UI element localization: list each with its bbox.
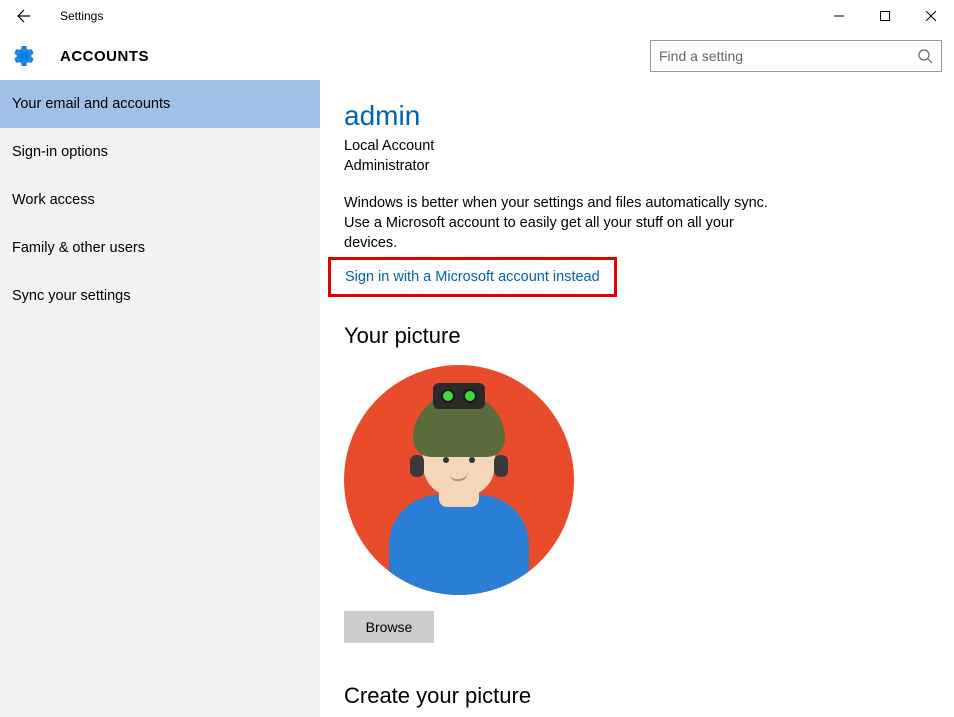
close-button[interactable]	[908, 0, 954, 32]
window-controls	[816, 0, 954, 32]
goggle-lens	[441, 389, 455, 403]
sidebar-item-signin-options[interactable]: Sign-in options	[0, 128, 320, 176]
avatar-eye	[443, 457, 449, 463]
minimize-button[interactable]	[816, 0, 862, 32]
window-title: Settings	[60, 9, 103, 23]
page-title: ACCOUNTS	[60, 48, 149, 65]
back-arrow-icon	[16, 8, 32, 24]
sidebar-item-email-accounts[interactable]: Your email and accounts	[0, 80, 320, 128]
avatar-goggles	[433, 383, 485, 409]
minimize-icon	[834, 11, 844, 21]
account-description: Windows is better when your settings and…	[344, 193, 784, 254]
your-picture-title: Your picture	[344, 323, 954, 349]
sidebar-item-label: Family & other users	[12, 240, 145, 256]
content-area: admin Local Account Administrator Window…	[320, 80, 954, 717]
header: ACCOUNTS	[0, 32, 954, 80]
sidebar-item-label: Work access	[12, 192, 95, 208]
sidebar-item-label: Your email and accounts	[12, 96, 170, 112]
maximize-icon	[880, 11, 890, 21]
account-type: Local Account	[344, 136, 954, 156]
titlebar: Settings	[0, 0, 954, 32]
account-username: admin	[344, 100, 954, 132]
maximize-button[interactable]	[862, 0, 908, 32]
sidebar-item-work-access[interactable]: Work access	[0, 176, 320, 224]
avatar-mouth	[450, 472, 469, 482]
settings-gear-icon	[12, 44, 36, 68]
avatar-headset-left	[410, 455, 424, 477]
back-button[interactable]	[0, 0, 48, 32]
search-box[interactable]	[650, 40, 942, 72]
avatar-picture	[344, 365, 574, 595]
goggle-lens	[463, 389, 477, 403]
browse-button[interactable]: Browse	[344, 611, 434, 643]
search-icon	[917, 48, 933, 64]
avatar-eye	[469, 457, 475, 463]
sidebar-item-label: Sign-in options	[12, 144, 108, 160]
close-icon	[926, 11, 936, 21]
avatar-body	[389, 495, 529, 595]
sidebar-item-label: Sync your settings	[12, 288, 130, 304]
sidebar-item-family-users[interactable]: Family & other users	[0, 224, 320, 272]
avatar-headset-right	[494, 455, 508, 477]
sidebar: Your email and accounts Sign-in options …	[0, 80, 320, 717]
create-picture-title: Create your picture	[344, 683, 954, 709]
sidebar-item-sync-settings[interactable]: Sync your settings	[0, 272, 320, 320]
account-role: Administrator	[344, 156, 954, 176]
signin-microsoft-link[interactable]: Sign in with a Microsoft account instead	[345, 269, 600, 285]
search-input[interactable]	[659, 48, 917, 64]
highlight-annotation: Sign in with a Microsoft account instead	[328, 257, 617, 297]
